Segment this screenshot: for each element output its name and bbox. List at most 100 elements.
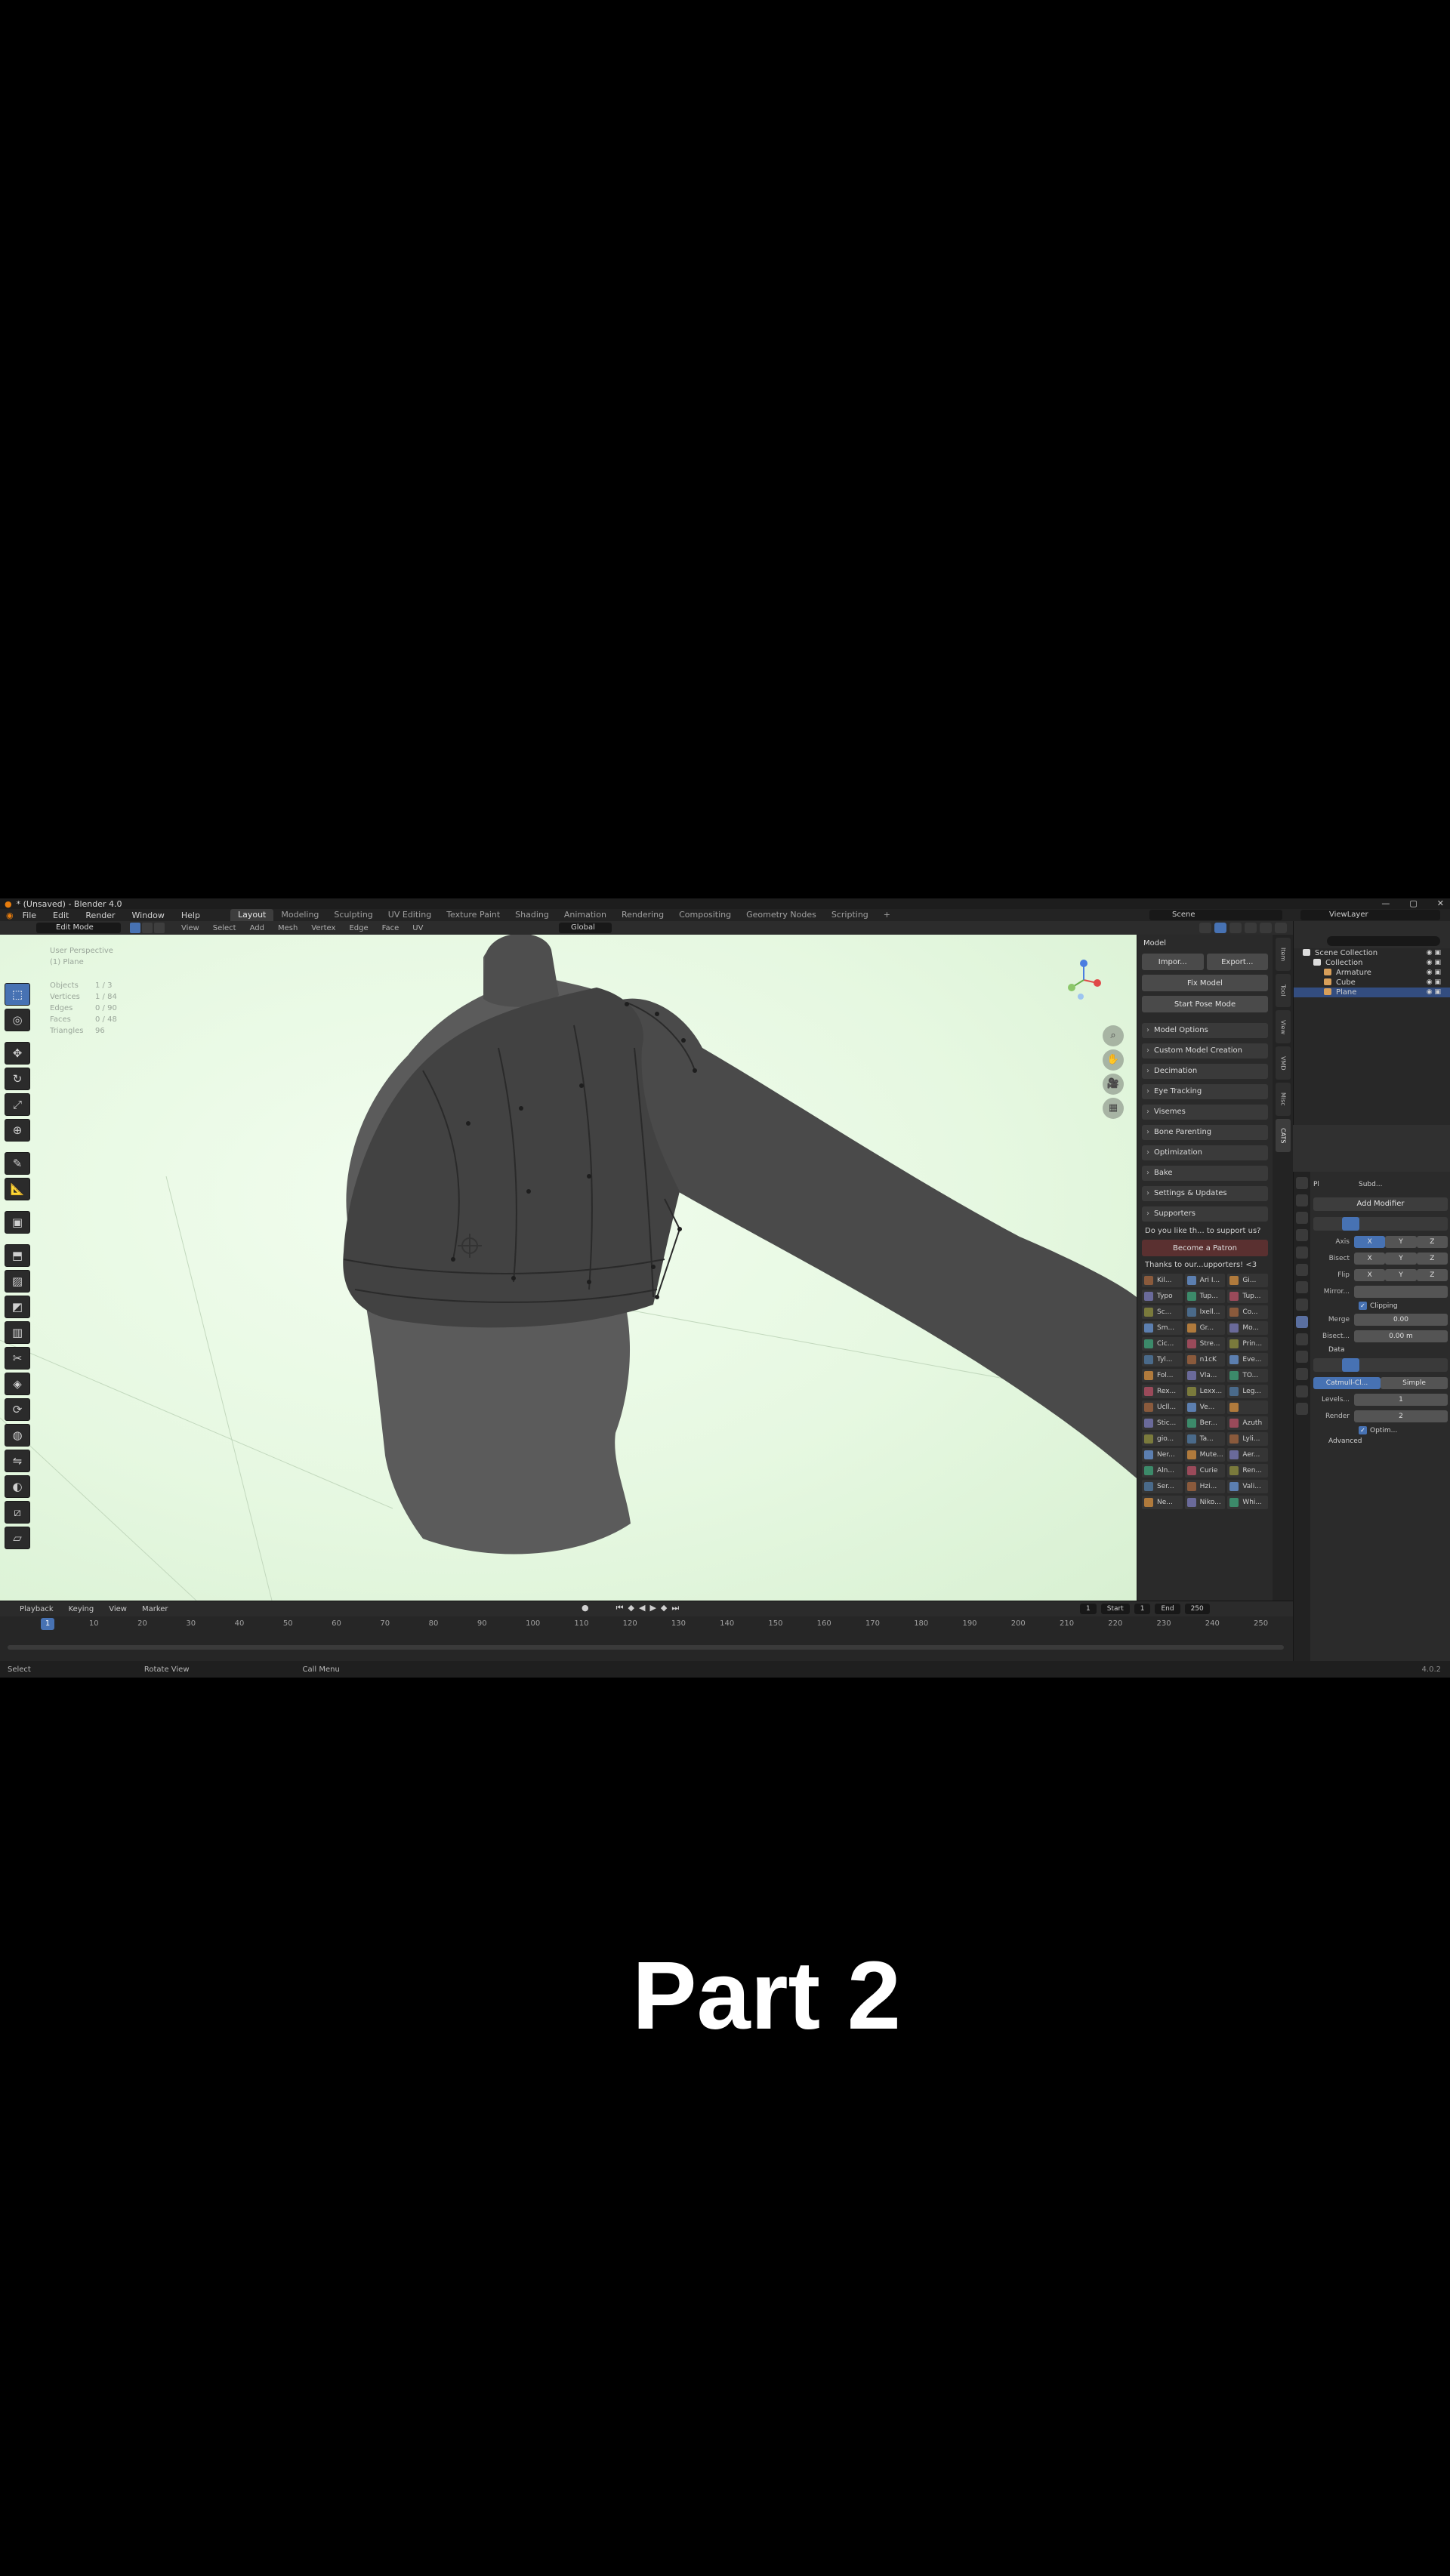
supporter-item[interactable]: Ren... — [1227, 1464, 1268, 1478]
jump-keyframe-forward-icon[interactable]: ◆ — [661, 1603, 667, 1613]
xray-icon[interactable] — [1214, 923, 1226, 933]
move-tool-icon[interactable]: ✥ — [5, 1042, 30, 1065]
play-icon[interactable]: ▶ — [649, 1603, 656, 1613]
edge-select-icon[interactable] — [142, 923, 153, 933]
supporter-item[interactable]: Stre... — [1184, 1337, 1226, 1351]
playhead[interactable]: 1 — [41, 1618, 54, 1630]
menu-window[interactable]: Window — [132, 911, 165, 920]
tab-scripting[interactable]: Scripting — [824, 909, 876, 921]
supporter-item[interactable]: n1cK — [1184, 1353, 1226, 1367]
supporter-item[interactable]: Lyli... — [1227, 1432, 1268, 1446]
object-name[interactable]: Pl — [1313, 1181, 1359, 1188]
add-modifier-button[interactable]: Add Modifier — [1313, 1197, 1448, 1211]
data-subpanel[interactable]: Data — [1328, 1346, 1448, 1354]
menu-playback[interactable]: Playback — [20, 1605, 54, 1613]
supporter-item[interactable]: Ixell... — [1184, 1305, 1226, 1319]
tab-tool[interactable]: Tool — [1275, 974, 1291, 1007]
bisect-distance-field[interactable]: 0.00 m — [1354, 1330, 1448, 1342]
material-shading-icon[interactable] — [1260, 923, 1272, 933]
supporter-item[interactable]: Aer... — [1227, 1448, 1268, 1462]
menu-help[interactable]: Help — [181, 911, 200, 920]
scale-tool-icon[interactable]: ⤢ — [5, 1093, 30, 1116]
add-cube-icon[interactable]: ▣ — [5, 1211, 30, 1234]
add-workspace-icon[interactable]: + — [876, 909, 898, 921]
supporter-item[interactable]: gio... — [1142, 1432, 1183, 1446]
supporter-item[interactable]: Ne... — [1142, 1496, 1183, 1509]
supporter-item[interactable]: Gi... — [1227, 1274, 1268, 1287]
fix-model-button[interactable]: Fix Model — [1142, 975, 1268, 991]
simple-button[interactable]: Simple — [1381, 1377, 1448, 1389]
camera-view-icon[interactable]: 🎥 — [1103, 1074, 1124, 1095]
supporter-item[interactable]: Stic... — [1142, 1416, 1183, 1430]
supporter-item[interactable]: Tup... — [1184, 1290, 1226, 1303]
view-layer-props-icon[interactable] — [1296, 1229, 1308, 1241]
tab-view[interactable]: View — [1275, 1010, 1291, 1043]
outliner-row[interactable]: Collection ◉ ▣ — [1294, 958, 1450, 968]
pan-icon[interactable]: ✋ — [1103, 1049, 1124, 1071]
menu-face[interactable]: Face — [382, 924, 400, 932]
section-eye-tracking[interactable]: Eye Tracking — [1142, 1084, 1268, 1099]
supporter-item[interactable]: Mo... — [1227, 1321, 1268, 1335]
start-frame-field[interactable]: 1 — [1134, 1604, 1151, 1614]
supporter-item[interactable]: Tup... — [1227, 1290, 1268, 1303]
bisect-x-toggle[interactable]: X — [1354, 1253, 1386, 1265]
supporter-item[interactable]: Prin... — [1227, 1337, 1268, 1351]
bisect-z-toggle[interactable]: Z — [1416, 1253, 1448, 1265]
modifier-props-icon[interactable] — [1296, 1316, 1308, 1328]
tab-sculpting[interactable]: Sculpting — [326, 909, 380, 921]
timeline-scrollbar[interactable] — [8, 1645, 1284, 1650]
orientation-dropdown[interactable]: Global — [559, 923, 612, 933]
supporter-item[interactable]: Cic... — [1142, 1337, 1183, 1351]
supporter-item[interactable]: Vla... — [1184, 1369, 1226, 1382]
material-props-icon[interactable] — [1296, 1403, 1308, 1415]
menu-timeline-view[interactable]: View — [109, 1605, 127, 1613]
cursor-tool-icon[interactable]: ◎ — [5, 1009, 30, 1031]
supporter-item[interactable]: Ner... — [1142, 1448, 1183, 1462]
mode-dropdown[interactable]: Edit Mode — [36, 923, 121, 933]
supporter-item[interactable]: Ser... — [1142, 1480, 1183, 1493]
supporter-item[interactable]: Ari I... — [1184, 1274, 1226, 1287]
data-props-icon[interactable] — [1296, 1385, 1308, 1397]
tab-animation[interactable]: Animation — [557, 909, 614, 921]
section-visemes[interactable]: Visemes — [1142, 1105, 1268, 1120]
supporter-item[interactable]: Tyl... — [1142, 1353, 1183, 1367]
shrink-tool-icon[interactable]: ◐ — [5, 1475, 30, 1498]
menu-select[interactable]: Select — [213, 924, 236, 932]
supporter-item[interactable] — [1227, 1400, 1268, 1414]
face-select-icon[interactable] — [154, 923, 165, 933]
menu-mesh[interactable]: Mesh — [278, 924, 298, 932]
axis-y-toggle[interactable]: Y — [1385, 1236, 1417, 1248]
supporter-item[interactable]: TO... — [1227, 1369, 1268, 1382]
merge-field[interactable]: 0.00 — [1354, 1314, 1448, 1326]
supporter-item[interactable]: Typo — [1142, 1290, 1183, 1303]
become-patron-button[interactable]: Become a Patron — [1142, 1240, 1268, 1256]
select-box-icon[interactable]: ⬚ — [5, 983, 30, 1006]
tab-rendering[interactable]: Rendering — [614, 909, 671, 921]
menu-render[interactable]: Render — [85, 911, 115, 920]
menu-marker[interactable]: Marker — [142, 1605, 168, 1613]
object-props-icon[interactable] — [1296, 1299, 1308, 1311]
tab-layout[interactable]: Layout — [230, 909, 274, 921]
minimize-icon[interactable]: — — [1381, 898, 1390, 908]
maximize-icon[interactable]: ▢ — [1409, 898, 1417, 908]
frame-ruler[interactable]: 1102030405060708090100110120130140150160… — [36, 1619, 1268, 1632]
section-model-options[interactable]: Model Options — [1142, 1023, 1268, 1038]
mirror-object-field[interactable] — [1354, 1286, 1448, 1298]
current-frame-field[interactable]: 1 — [1080, 1604, 1097, 1614]
tool-props-icon[interactable] — [1296, 1177, 1308, 1189]
clipping-checkbox[interactable]: Clipping — [1359, 1302, 1448, 1310]
knife-tool-icon[interactable]: ✂ — [5, 1347, 30, 1370]
rip-tool-icon[interactable]: ▱ — [5, 1527, 30, 1549]
flip-x-toggle[interactable]: X — [1354, 1269, 1386, 1281]
supporter-item[interactable]: Vali... — [1227, 1480, 1268, 1493]
tab-cats[interactable]: CATS — [1275, 1119, 1291, 1152]
collection-props-icon[interactable] — [1296, 1281, 1308, 1293]
perspective-toggle-icon[interactable]: ▦ — [1103, 1098, 1124, 1119]
tab-vmd[interactable]: VMD — [1275, 1046, 1291, 1080]
edge-slide-tool-icon[interactable]: ⇋ — [5, 1450, 30, 1472]
supporter-item[interactable]: Aln... — [1142, 1464, 1183, 1478]
supporter-item[interactable]: Leg... — [1227, 1385, 1268, 1398]
supporter-item[interactable]: Rex... — [1142, 1385, 1183, 1398]
menu-keying[interactable]: Keying — [69, 1605, 94, 1613]
section-bake[interactable]: Bake — [1142, 1166, 1268, 1181]
